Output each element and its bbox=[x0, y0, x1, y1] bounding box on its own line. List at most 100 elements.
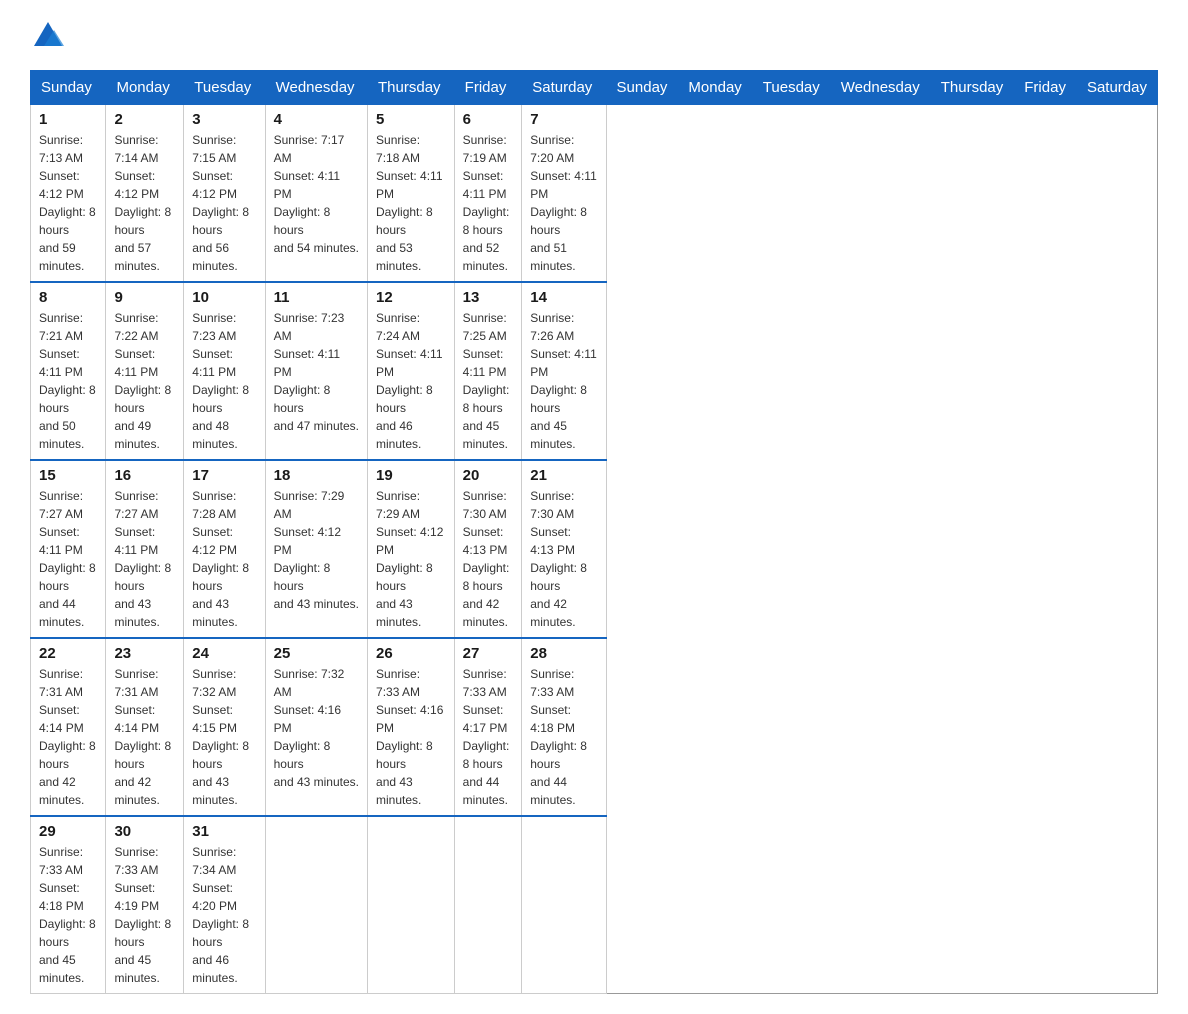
calendar-cell: 5Sunrise: 7:18 AMSunset: 4:11 PMDaylight… bbox=[368, 105, 455, 283]
day-info: Sunrise: 7:29 AMSunset: 4:12 PMDaylight:… bbox=[376, 487, 446, 631]
calendar-cell: 26 Sunrise: 7:33 AMSunset: 4:16 PMDayligh… bbox=[368, 638, 455, 816]
weekday-header-friday: Friday bbox=[454, 71, 522, 105]
weekday-header-monday: Monday bbox=[106, 71, 184, 105]
page-header bbox=[30, 20, 1158, 52]
calendar-cell: 30 Sunrise: 7:33 AMSunset: 4:19 PMDayligh… bbox=[106, 816, 184, 994]
day-number: 28 bbox=[530, 645, 597, 662]
day-info: Sunrise: 7:30 AMSunset: 4:13 PMDaylight:… bbox=[463, 487, 514, 631]
calendar-cell: 19 Sunrise: 7:29 AMSunset: 4:12 PMDayligh… bbox=[368, 460, 455, 638]
calendar-cell: 14 Sunrise: 7:26 AMSunset: 4:11 PMDayligh… bbox=[522, 282, 606, 460]
calendar-cell: 2Sunrise: 7:14 AMSunset: 4:12 PMDaylight… bbox=[106, 105, 184, 283]
day-info: Sunrise: 7:33 AMSunset: 4:17 PMDaylight:… bbox=[463, 665, 514, 809]
calendar-table: SundayMondayTuesdayWednesdayThursdayFrid… bbox=[30, 70, 1158, 994]
calendar-cell: 24 Sunrise: 7:32 AMSunset: 4:15 PMDayligh… bbox=[184, 638, 265, 816]
day-number: 27 bbox=[463, 645, 514, 662]
day-number: 7 bbox=[530, 111, 597, 128]
day-info: Sunrise: 7:33 AMSunset: 4:16 PMDaylight:… bbox=[376, 665, 446, 809]
calendar-week-row: 8 Sunrise: 7:21 AMSunset: 4:11 PMDaylight… bbox=[31, 282, 1158, 460]
day-info: Sunrise: 7:21 AMSunset: 4:11 PMDaylight:… bbox=[39, 309, 97, 453]
day-number: 31 bbox=[192, 823, 256, 840]
day-number: 22 bbox=[39, 645, 97, 662]
day-number: 18 bbox=[274, 467, 359, 484]
day-info: Sunrise: 7:25 AMSunset: 4:11 PMDaylight:… bbox=[463, 309, 514, 453]
calendar-cell: 13 Sunrise: 7:25 AMSunset: 4:11 PMDayligh… bbox=[454, 282, 522, 460]
weekday-header-tuesday: Tuesday bbox=[184, 71, 265, 105]
day-number: 30 bbox=[114, 823, 175, 840]
calendar-cell: 4 Sunrise: 7:17 AMSunset: 4:11 PMDaylight… bbox=[265, 105, 367, 283]
calendar-cell: 16 Sunrise: 7:27 AMSunset: 4:11 PMDayligh… bbox=[106, 460, 184, 638]
day-number: 19 bbox=[376, 467, 446, 484]
day-info: Sunrise: 7:34 AMSunset: 4:20 PMDaylight:… bbox=[192, 843, 256, 987]
calendar-cell: 27 Sunrise: 7:33 AMSunset: 4:17 PMDayligh… bbox=[454, 638, 522, 816]
day-info: Sunrise: 7:27 AMSunset: 4:11 PMDaylight:… bbox=[114, 487, 175, 631]
calendar-week-row: 15 Sunrise: 7:27 AMSunset: 4:11 PMDayligh… bbox=[31, 460, 1158, 638]
day-info: Sunrise: 7:22 AMSunset: 4:11 PMDaylight:… bbox=[114, 309, 175, 453]
calendar-cell: 25 Sunrise: 7:32 AMSunset: 4:16 PMDayligh… bbox=[265, 638, 367, 816]
calendar-cell: 8 Sunrise: 7:21 AMSunset: 4:11 PMDaylight… bbox=[31, 282, 106, 460]
calendar-cell: 6Sunrise: 7:19 AMSunset: 4:11 PMDaylight… bbox=[454, 105, 522, 283]
day-number: 9 bbox=[114, 289, 175, 306]
calendar-cell: 17 Sunrise: 7:28 AMSunset: 4:12 PMDayligh… bbox=[184, 460, 265, 638]
day-info: Sunrise: 7:24 AMSunset: 4:11 PMDaylight:… bbox=[376, 309, 446, 453]
day-info: Sunrise: 7:33 AMSunset: 4:19 PMDaylight:… bbox=[114, 843, 175, 987]
calendar-cell: 21 Sunrise: 7:30 AMSunset: 4:13 PMDayligh… bbox=[522, 460, 606, 638]
day-info: Sunrise: 7:26 AMSunset: 4:11 PMDaylight:… bbox=[530, 309, 597, 453]
weekday-header-row: SundayMondayTuesdayWednesdayThursdayFrid… bbox=[31, 71, 1158, 105]
calendar-cell: 3Sunrise: 7:15 AMSunset: 4:12 PMDaylight… bbox=[184, 105, 265, 283]
day-number: 20 bbox=[463, 467, 514, 484]
calendar-cell: 23Sunrise: 7:31 AMSunset: 4:14 PMDayligh… bbox=[106, 638, 184, 816]
day-info: Sunrise: 7:31 AMSunset: 4:14 PMDaylight:… bbox=[39, 665, 97, 809]
calendar-cell: 15 Sunrise: 7:27 AMSunset: 4:11 PMDayligh… bbox=[31, 460, 106, 638]
day-info: Sunrise: 7:28 AMSunset: 4:12 PMDaylight:… bbox=[192, 487, 256, 631]
day-info: Sunrise: 7:32 AMSunset: 4:15 PMDaylight:… bbox=[192, 665, 256, 809]
calendar-cell: 20 Sunrise: 7:30 AMSunset: 4:13 PMDayligh… bbox=[454, 460, 522, 638]
day-info: Sunrise: 7:20 AMSunset: 4:11 PMDaylight:… bbox=[530, 131, 597, 275]
weekday-header-thursday: Thursday bbox=[368, 71, 455, 105]
day-number: 8 bbox=[39, 289, 97, 306]
day-info: Sunrise: 7:29 AMSunset: 4:12 PMDaylight:… bbox=[274, 487, 359, 613]
calendar-cell bbox=[454, 816, 522, 994]
day-number: 29 bbox=[39, 823, 97, 840]
day-number: 13 bbox=[463, 289, 514, 306]
calendar-cell: 31 Sunrise: 7:34 AMSunset: 4:20 PMDayligh… bbox=[184, 816, 265, 994]
day-number: 24 bbox=[192, 645, 256, 662]
weekday-header-sunday: Sunday bbox=[606, 71, 678, 105]
day-number: 21 bbox=[530, 467, 597, 484]
day-number: 16 bbox=[114, 467, 175, 484]
day-number: 1 bbox=[39, 111, 97, 128]
calendar-cell: 11 Sunrise: 7:23 AMSunset: 4:11 PMDayligh… bbox=[265, 282, 367, 460]
weekday-header-saturday: Saturday bbox=[1076, 71, 1157, 105]
day-number: 12 bbox=[376, 289, 446, 306]
weekday-header-wednesday: Wednesday bbox=[265, 71, 367, 105]
day-info: Sunrise: 7:31 AMSunset: 4:14 PMDaylight:… bbox=[114, 665, 175, 809]
day-number: 15 bbox=[39, 467, 97, 484]
calendar-cell: 9 Sunrise: 7:22 AMSunset: 4:11 PMDaylight… bbox=[106, 282, 184, 460]
day-info: Sunrise: 7:23 AMSunset: 4:11 PMDaylight:… bbox=[274, 309, 359, 435]
calendar-cell: 7 Sunrise: 7:20 AMSunset: 4:11 PMDaylight… bbox=[522, 105, 606, 283]
day-number: 6 bbox=[463, 111, 514, 128]
calendar-cell: 1 Sunrise: 7:13 AMSunset: 4:12 PMDaylight… bbox=[31, 105, 106, 283]
calendar-cell: 12 Sunrise: 7:24 AMSunset: 4:11 PMDayligh… bbox=[368, 282, 455, 460]
day-number: 25 bbox=[274, 645, 359, 662]
weekday-header-saturday: Saturday bbox=[522, 71, 606, 105]
day-number: 17 bbox=[192, 467, 256, 484]
calendar-cell: 29Sunrise: 7:33 AMSunset: 4:18 PMDayligh… bbox=[31, 816, 106, 994]
calendar-cell bbox=[265, 816, 367, 994]
day-number: 14 bbox=[530, 289, 597, 306]
day-info: Sunrise: 7:13 AMSunset: 4:12 PMDaylight:… bbox=[39, 131, 97, 275]
logo-icon bbox=[32, 18, 64, 50]
calendar-week-row: 29Sunrise: 7:33 AMSunset: 4:18 PMDayligh… bbox=[31, 816, 1158, 994]
weekday-header-monday: Monday bbox=[678, 71, 752, 105]
calendar-week-row: 22 Sunrise: 7:31 AMSunset: 4:14 PMDayligh… bbox=[31, 638, 1158, 816]
day-info: Sunrise: 7:27 AMSunset: 4:11 PMDaylight:… bbox=[39, 487, 97, 631]
day-info: Sunrise: 7:30 AMSunset: 4:13 PMDaylight:… bbox=[530, 487, 597, 631]
day-number: 11 bbox=[274, 289, 359, 306]
day-number: 3 bbox=[192, 111, 256, 128]
weekday-header-sunday: Sunday bbox=[31, 71, 106, 105]
day-info: Sunrise: 7:17 AMSunset: 4:11 PMDaylight:… bbox=[274, 131, 359, 257]
day-info: Sunrise: 7:32 AMSunset: 4:16 PMDaylight:… bbox=[274, 665, 359, 791]
day-number: 26 bbox=[376, 645, 446, 662]
calendar-cell: 18 Sunrise: 7:29 AMSunset: 4:12 PMDayligh… bbox=[265, 460, 367, 638]
weekday-header-thursday: Thursday bbox=[930, 71, 1014, 105]
day-number: 4 bbox=[274, 111, 359, 128]
